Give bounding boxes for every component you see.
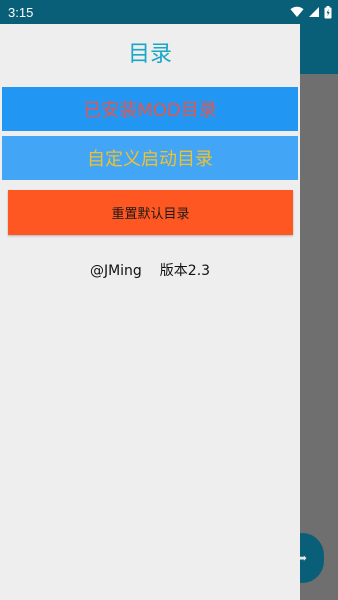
custom-launch-directory-button[interactable]: 自定义启动目录 bbox=[2, 136, 298, 180]
status-icons bbox=[290, 5, 332, 19]
battery-icon bbox=[324, 5, 332, 19]
navigation-drawer: 目录 已安装MOD目录 自定义启动目录 重置默认目录 @JMing 版本2.3 bbox=[0, 24, 300, 600]
drawer-title: 目录 bbox=[127, 42, 172, 67]
drawer-footer: @JMing 版本2.3 bbox=[0, 260, 300, 282]
reset-default-directory-button[interactable]: 重置默认目录 bbox=[8, 190, 293, 235]
cellular-signal-icon bbox=[308, 6, 320, 18]
custom-launch-directory-label: 自定义启动目录 bbox=[87, 149, 213, 170]
author-label: @JMing bbox=[89, 263, 142, 279]
status-time: 3:15 bbox=[8, 4, 34, 20]
installed-mod-directory-button[interactable]: 已安装MOD目录 bbox=[2, 87, 298, 131]
wifi-icon bbox=[290, 6, 304, 18]
reset-default-directory-label: 重置默认目录 bbox=[111, 207, 190, 222]
installed-mod-directory-label: 已安装MOD目录 bbox=[83, 100, 217, 121]
status-bar: 3:15 bbox=[0, 0, 338, 24]
version-label: 版本2.3 bbox=[159, 263, 211, 279]
